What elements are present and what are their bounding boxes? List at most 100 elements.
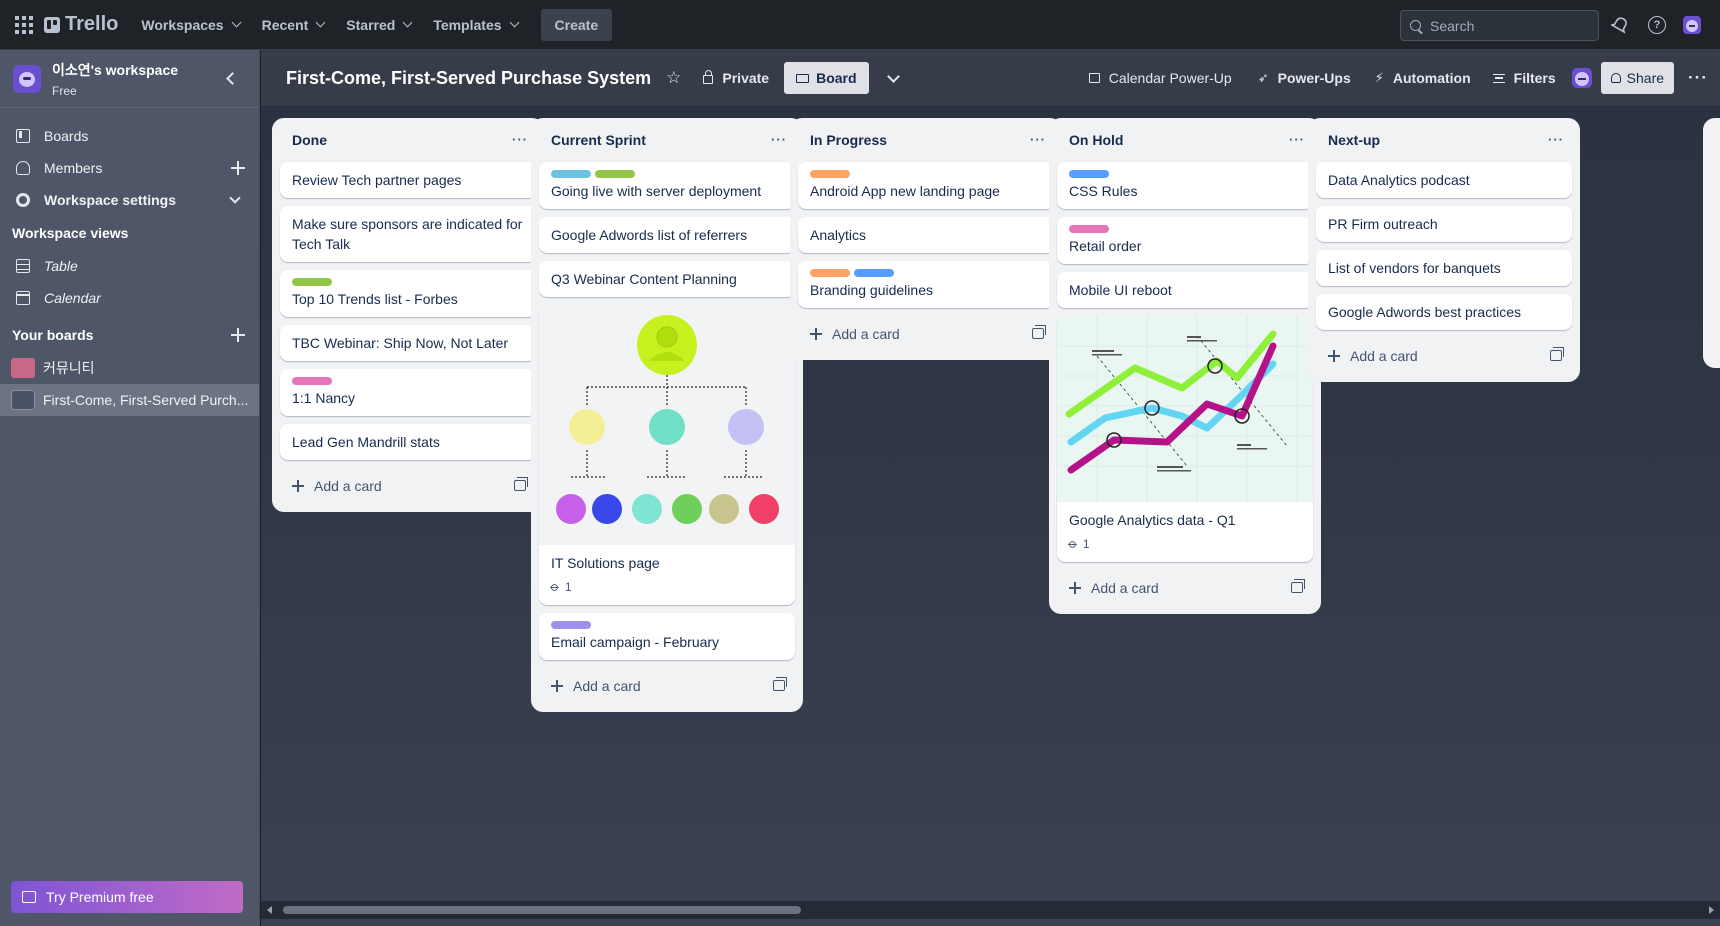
sidebar-item-table[interactable]: Table xyxy=(0,250,259,282)
powerups-button[interactable]: ➶ Power-Ups xyxy=(1249,62,1360,94)
card[interactable]: IT Solutions page ⌀ 1 xyxy=(539,305,795,605)
help-icon[interactable]: ? xyxy=(1647,15,1667,35)
automation-button[interactable]: ⚡ Automation xyxy=(1366,62,1480,94)
scrollbar-thumb[interactable] xyxy=(283,906,801,914)
add-card-button[interactable]: Add a card xyxy=(798,316,1054,352)
card[interactable]: Lead Gen Mandrill stats xyxy=(280,424,536,460)
list-header[interactable]: Current Sprint ··· xyxy=(539,118,795,162)
add-board-icon[interactable] xyxy=(231,328,245,342)
card-template-icon[interactable] xyxy=(514,477,528,491)
list-more-icon[interactable]: ··· xyxy=(1030,132,1046,147)
nav-workspaces[interactable]: Workspaces xyxy=(130,9,250,41)
add-card-button[interactable]: Add a card xyxy=(1316,338,1572,374)
card[interactable]: Q3 Webinar Content Planning xyxy=(539,261,795,297)
card-title: Google Adwords best practices xyxy=(1328,304,1521,320)
card[interactable]: Mobile UI reboot xyxy=(1057,272,1313,308)
share-button[interactable]: Share xyxy=(1600,62,1675,94)
star-icon[interactable]: ☆ xyxy=(666,68,681,88)
add-card-button[interactable]: Add a card xyxy=(539,668,795,704)
card[interactable]: Google Analytics data - Q1 ⌀ 1 xyxy=(1057,316,1313,562)
chevron-down-icon[interactable] xyxy=(886,69,900,83)
card[interactable]: Google Adwords best practices xyxy=(1316,294,1572,330)
list-on-hold: On Hold ··· CSS Rules Retail order Mobil… xyxy=(1049,118,1321,614)
add-card-button[interactable]: Add a card xyxy=(1057,570,1313,606)
card-label[interactable] xyxy=(292,278,332,286)
board-view-button[interactable]: Board xyxy=(784,62,869,94)
card[interactable]: TBC Webinar: Ship Now, Not Later xyxy=(280,325,536,361)
list-more-icon[interactable]: ··· xyxy=(771,132,787,147)
card[interactable]: Android App new landing page xyxy=(798,162,1054,209)
card[interactable]: Analytics xyxy=(798,217,1054,253)
sidebar-board-community[interactable]: 커뮤니티 xyxy=(0,352,259,384)
list-header[interactable]: Next-up ··· xyxy=(1316,118,1572,162)
list-header[interactable]: Done ··· xyxy=(280,118,536,162)
card-label[interactable] xyxy=(854,269,894,277)
nav-templates[interactable]: Templates xyxy=(422,9,528,41)
workspace-name[interactable]: 이소연's workspace xyxy=(52,60,178,80)
card[interactable]: Branding guidelines xyxy=(798,261,1054,308)
list-partial-offscreen[interactable] xyxy=(1703,118,1720,368)
filters-label: Filters xyxy=(1513,70,1556,86)
search-input[interactable]: Search xyxy=(1400,10,1599,41)
sidebar-item-calendar[interactable]: Calendar xyxy=(0,282,259,314)
add-member-icon[interactable] xyxy=(231,161,245,175)
card-label[interactable] xyxy=(292,377,332,385)
card-label[interactable] xyxy=(1069,225,1109,233)
calendar-powerup-button[interactable]: Calendar Power-Up xyxy=(1080,62,1241,94)
account-avatar[interactable] xyxy=(1682,15,1702,35)
board-horizontal-scrollbar[interactable] xyxy=(261,901,1720,919)
card[interactable]: Going live with server deployment xyxy=(539,162,795,209)
card-label[interactable] xyxy=(810,170,850,178)
card-title: TBC Webinar: Ship Now, Not Later xyxy=(292,335,509,351)
sidebar-item-boards[interactable]: Boards xyxy=(0,120,259,152)
card[interactable]: 1:1 Nancy xyxy=(280,369,536,416)
more-options-icon[interactable]: ··· xyxy=(1688,68,1708,88)
list-more-icon[interactable]: ··· xyxy=(1548,132,1564,147)
list-title: In Progress xyxy=(810,132,888,148)
scroll-right-icon[interactable] xyxy=(1709,906,1714,914)
collapse-sidebar-icon[interactable] xyxy=(226,72,239,85)
nav-recent[interactable]: Recent xyxy=(251,9,336,41)
card[interactable]: Retail order xyxy=(1057,217,1313,264)
add-card-button[interactable]: Add a card xyxy=(280,468,536,504)
card-label[interactable] xyxy=(810,269,850,277)
sidebar-item-members[interactable]: Members xyxy=(0,152,259,184)
card-template-icon[interactable] xyxy=(1032,325,1046,339)
member-avatar[interactable] xyxy=(1571,67,1593,89)
sidebar-item-workspace-settings[interactable]: Workspace settings xyxy=(0,184,259,216)
card-label[interactable] xyxy=(1069,170,1109,178)
card[interactable]: Google Adwords list of referrers xyxy=(539,217,795,253)
list-more-icon[interactable]: ··· xyxy=(512,132,528,147)
try-premium-button[interactable]: Try Premium free xyxy=(11,881,243,913)
notifications-icon[interactable] xyxy=(1610,15,1630,35)
card[interactable]: Email campaign - February xyxy=(539,613,795,660)
card[interactable]: Make sure sponsors are indicated for Tec… xyxy=(280,206,536,262)
card-label[interactable] xyxy=(551,170,591,178)
card-template-icon[interactable] xyxy=(1291,579,1305,593)
card[interactable]: Data Analytics podcast xyxy=(1316,162,1572,198)
sidebar-board-current[interactable]: First-Come, First-Served Purch... xyxy=(0,384,259,416)
card[interactable]: Review Tech partner pages xyxy=(280,162,536,198)
card-label[interactable] xyxy=(595,170,635,178)
card-template-icon[interactable] xyxy=(1550,347,1564,361)
card[interactable]: CSS Rules xyxy=(1057,162,1313,209)
card-template-icon[interactable] xyxy=(773,677,787,691)
board-title[interactable]: First-Come, First-Served Purchase System xyxy=(286,68,651,89)
list-header[interactable]: On Hold ··· xyxy=(1057,118,1313,162)
powerups-label: Power-Ups xyxy=(1277,70,1351,86)
sidebar-item-label: Table xyxy=(44,258,78,274)
nav-starred[interactable]: Starred xyxy=(335,9,422,41)
card[interactable]: List of vendors for banquets xyxy=(1316,250,1572,286)
create-button[interactable]: Create xyxy=(540,8,613,41)
app-switcher-icon[interactable] xyxy=(12,13,36,37)
card-label[interactable] xyxy=(551,621,591,629)
list-header[interactable]: In Progress ··· xyxy=(798,118,1054,162)
visibility-button[interactable]: Private xyxy=(695,62,777,94)
list-more-icon[interactable]: ··· xyxy=(1289,132,1305,147)
sidebar-board-label: 커뮤니티 xyxy=(43,360,95,376)
card[interactable]: Top 10 Trends list - Forbes xyxy=(280,270,536,317)
trello-logo[interactable]: Trello xyxy=(44,13,118,36)
card[interactable]: PR Firm outreach xyxy=(1316,206,1572,242)
scroll-left-icon[interactable] xyxy=(267,906,272,914)
filters-button[interactable]: Filters xyxy=(1484,62,1565,94)
